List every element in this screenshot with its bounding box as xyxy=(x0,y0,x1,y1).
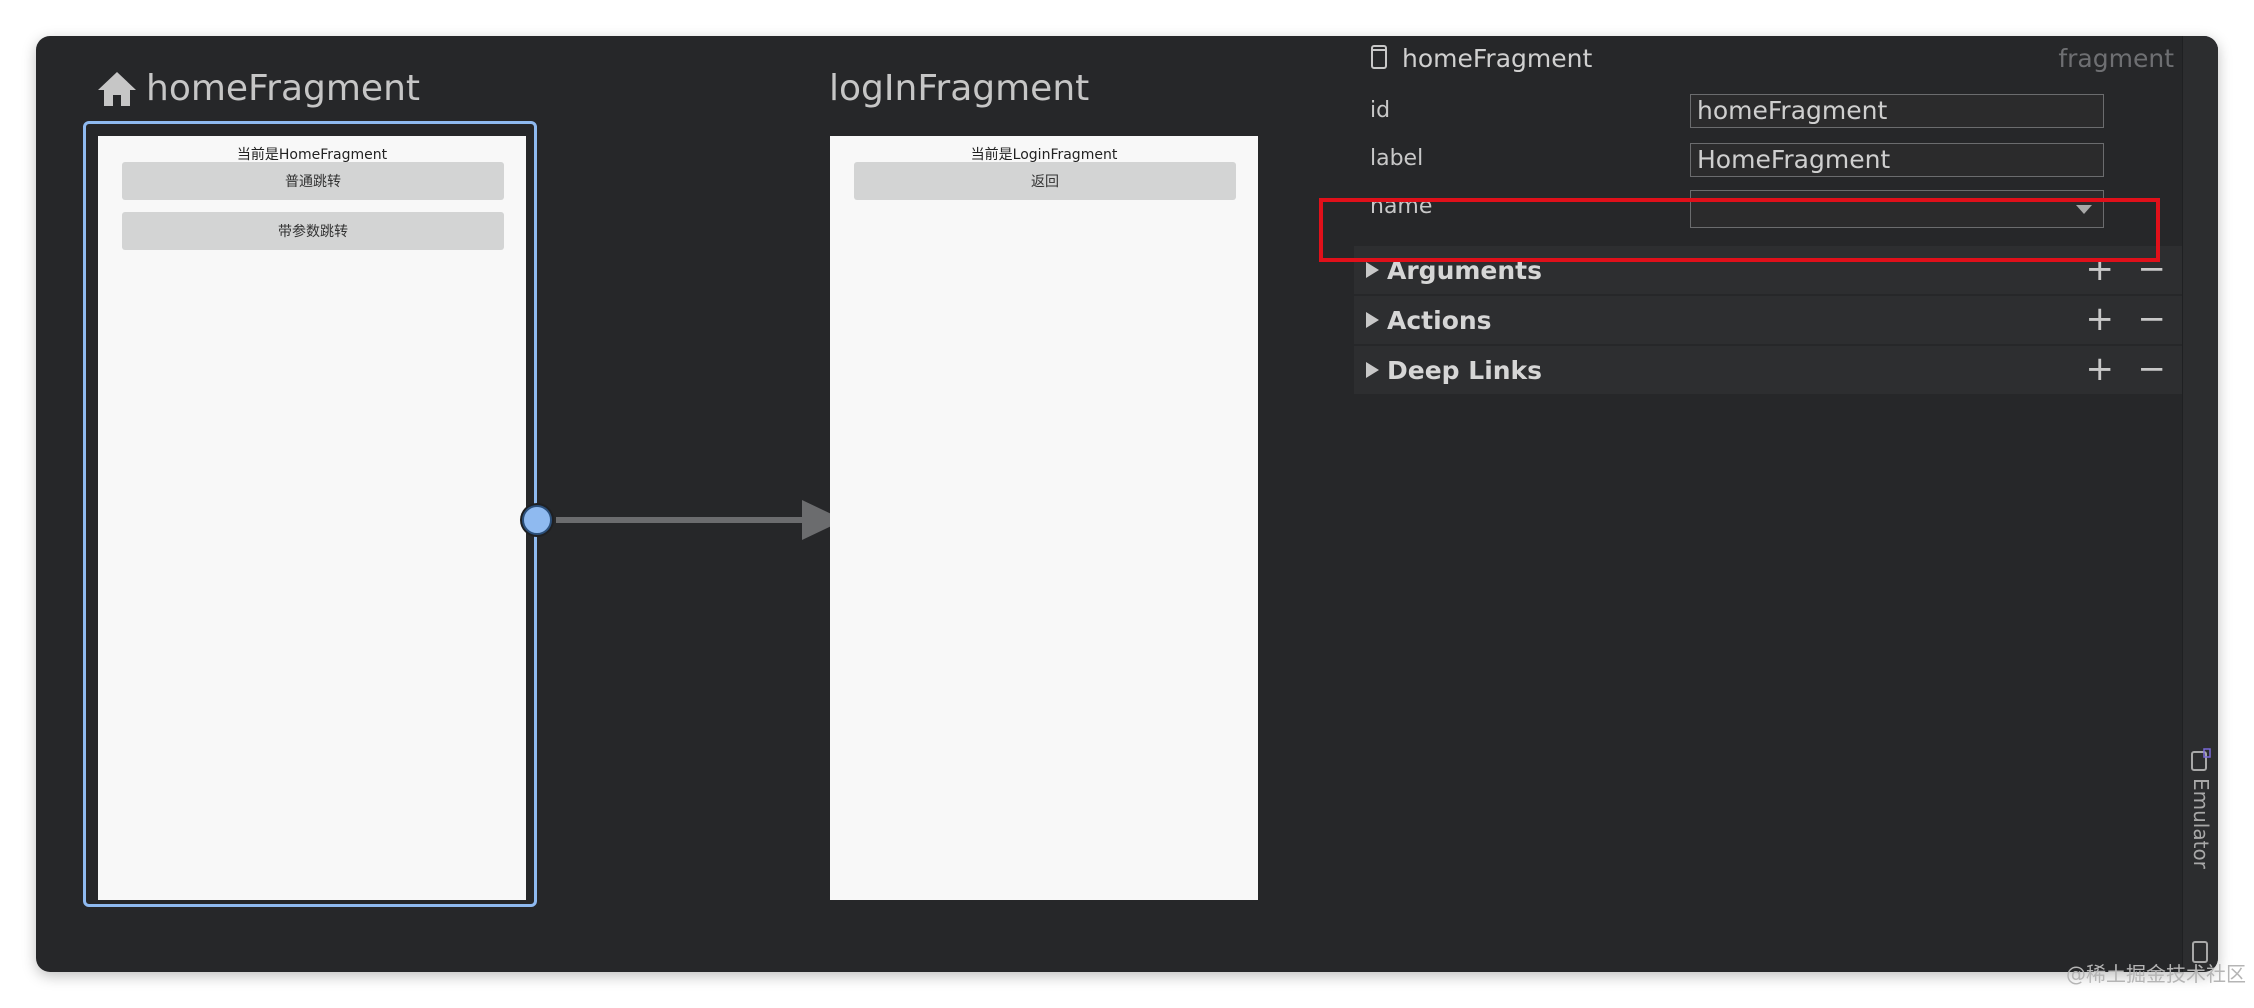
add-deep-link-button[interactable]: + xyxy=(2086,352,2115,386)
remove-action-button[interactable]: − xyxy=(2138,302,2167,336)
id-field[interactable]: homeFragment xyxy=(1690,94,2104,128)
actions-section-label: Actions xyxy=(1387,305,1492,335)
home-fragment-title: homeFragment xyxy=(96,68,420,109)
home-icon xyxy=(98,71,136,106)
device-icon xyxy=(1371,45,1387,69)
navigation-canvas[interactable]: homeFragment 当前是HomeFragment 普通跳转 带参数跳转 … xyxy=(36,36,1354,972)
login-fragment-title: logInFragment xyxy=(829,68,1090,109)
expand-triangle-icon[interactable] xyxy=(1366,312,1379,328)
ide-window: homeFragment 当前是HomeFragment 普通跳转 带参数跳转 … xyxy=(36,36,2218,972)
back-button[interactable]: 返回 xyxy=(854,162,1236,200)
emulator-tab[interactable]: Emulator xyxy=(2187,748,2215,888)
watermark: @稀土掘金技术社区 xyxy=(2066,962,2246,986)
home-fragment-title-text: homeFragment xyxy=(146,68,421,109)
jump-with-args-button[interactable]: 带参数跳转 xyxy=(122,212,504,250)
panel-header: homeFragment fragment xyxy=(1354,36,2182,80)
actions-section[interactable]: Actions + − xyxy=(1354,296,2182,344)
arguments-highlight-box xyxy=(1319,198,2160,262)
normal-jump-button[interactable]: 普通跳转 xyxy=(122,162,504,200)
panel-destination-name: homeFragment xyxy=(1402,44,1593,73)
attributes-panel: homeFragment fragment id homeFragment la… xyxy=(1354,36,2210,972)
add-action-button[interactable]: + xyxy=(2086,302,2115,336)
label-label: label xyxy=(1370,146,1424,171)
action-handle-icon xyxy=(522,505,552,535)
home-fragment-preview[interactable]: 当前是HomeFragment 普通跳转 带参数跳转 xyxy=(98,136,526,900)
login-fragment-preview[interactable]: 当前是LoginFragment 返回 xyxy=(830,136,1258,900)
action-arrow[interactable] xyxy=(516,492,856,548)
remove-deep-link-button[interactable]: − xyxy=(2138,352,2167,386)
label-field[interactable]: HomeFragment xyxy=(1690,143,2104,177)
deep-links-section[interactable]: Deep Links + − xyxy=(1354,346,2182,394)
right-tool-strip: Emulator xyxy=(2182,36,2218,972)
expand-triangle-icon[interactable] xyxy=(1366,362,1379,378)
id-label: id xyxy=(1370,98,1391,123)
emulator-icon xyxy=(2191,748,2211,771)
emulator-label: Emulator xyxy=(2189,778,2213,869)
login-screen-text: 当前是LoginFragment xyxy=(970,147,1118,163)
panel-destination-type: fragment xyxy=(2058,44,2174,73)
deep-links-section-label: Deep Links xyxy=(1387,355,1543,385)
home-screen-text: 当前是HomeFragment xyxy=(236,147,388,163)
expand-triangle-icon[interactable] xyxy=(1366,262,1379,278)
